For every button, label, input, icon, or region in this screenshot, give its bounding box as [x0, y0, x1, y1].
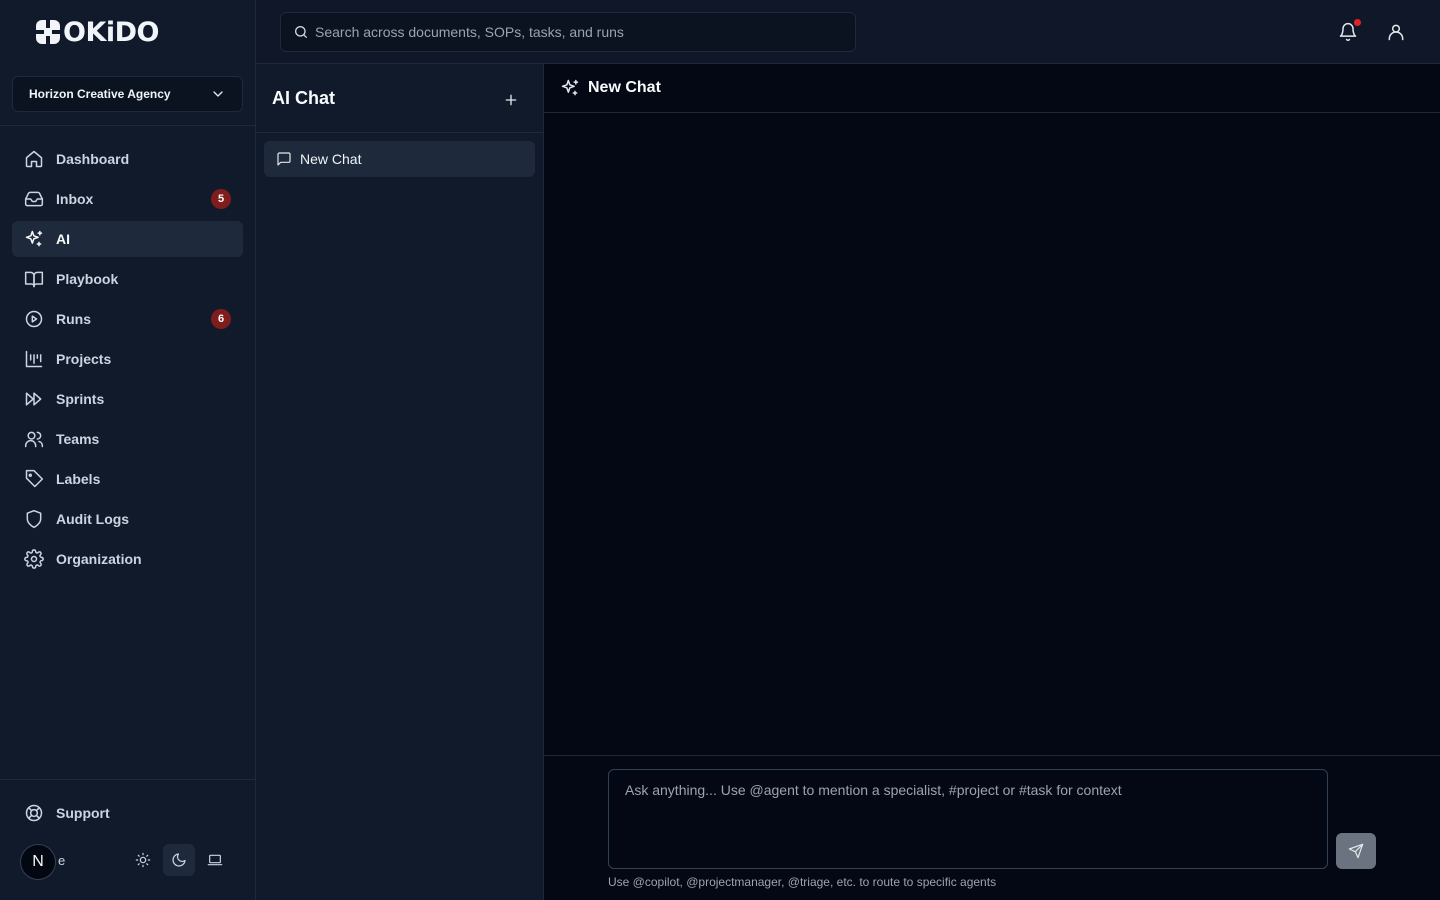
shield-icon: [26, 509, 42, 529]
sidebar-item-runs[interactable]: Runs 6: [12, 301, 243, 337]
send-icon: [1348, 843, 1364, 859]
sidebar-item-ai[interactable]: AI: [12, 221, 243, 257]
kanban-icon: [25, 350, 43, 368]
avatar[interactable]: N: [20, 844, 56, 880]
sidebar-item-labels[interactable]: Labels: [12, 461, 243, 497]
search-input[interactable]: [315, 24, 843, 40]
chat-list-title: AI Chat: [272, 88, 335, 108]
chat-title: New Chat: [588, 79, 661, 96]
message-input[interactable]: [608, 769, 1328, 869]
chat-list-header: AI Chat: [256, 64, 543, 133]
support-label: Support: [56, 805, 110, 821]
org-selector[interactable]: Horizon Creative Agency: [12, 76, 243, 112]
notification-dot: [1354, 19, 1361, 26]
support-link[interactable]: Support: [24, 803, 110, 823]
plus-icon: [505, 94, 517, 106]
new-chat-button[interactable]: [495, 84, 527, 116]
sidebar-item-label: Audit Logs: [56, 511, 130, 527]
sidebar-item-label: Labels: [56, 471, 101, 487]
notifications-button[interactable]: [1332, 16, 1364, 48]
composer-hint: Use @copilot, @projectmanager, @triage, …: [608, 875, 997, 889]
sidebar-item-label: Sprints: [56, 391, 105, 407]
sidebar-item-label: AI: [56, 231, 70, 247]
sidebar-item-label: Organization: [56, 551, 142, 567]
runs-count-badge: 6: [211, 309, 231, 329]
send-button[interactable]: [1336, 833, 1376, 869]
tag-icon: [25, 469, 44, 488]
user-icon: [1388, 24, 1404, 41]
moon-icon: [172, 853, 186, 867]
light-theme-button[interactable]: [127, 844, 159, 876]
sparkles-icon: [561, 79, 579, 96]
users-icon: [24, 431, 44, 448]
composer-area: Use @copilot, @projectmanager, @triage, …: [544, 755, 1440, 900]
chat-header: New Chat: [544, 64, 1440, 113]
laptop-icon: [207, 854, 223, 866]
chat-list-panel: AI Chat New Chat: [256, 64, 544, 900]
sidebar-divider: [0, 125, 255, 126]
sidebar-item-label: Runs: [56, 311, 91, 327]
sidebar-item-sprints[interactable]: Sprints: [12, 381, 243, 417]
sidebar-item-label: Inbox: [56, 191, 94, 207]
chat-list-item-label: New Chat: [300, 151, 362, 167]
search-icon: [295, 26, 307, 38]
sidebar-item-inbox[interactable]: Inbox 5: [12, 181, 243, 217]
sidebar: OKiDO Horizon Creative Agency Dashboard …: [0, 0, 256, 900]
sidebar-nav: Dashboard Inbox 5 AI Playbook Runs 6 Pro…: [12, 141, 243, 581]
user-menu-button[interactable]: [1380, 16, 1412, 48]
chat-list-item[interactable]: New Chat: [264, 141, 535, 177]
sun-icon: [135, 852, 151, 868]
inbox-count-badge: 5: [211, 189, 231, 209]
top-bar: [256, 0, 1440, 64]
sidebar-item-label: Projects: [56, 351, 112, 367]
brand-name: OKiDO: [63, 16, 160, 48]
sidebar-item-playbook[interactable]: Playbook: [12, 261, 243, 297]
user-name: e: [58, 853, 66, 868]
play-circle-icon: [25, 310, 43, 328]
gear-icon: [24, 549, 44, 569]
chevron-down-icon: [213, 91, 223, 97]
chat-main: New Chat Use @copilot, @projectmanager, …: [544, 64, 1440, 900]
sidebar-item-organization[interactable]: Organization: [12, 541, 243, 577]
sparkles-icon: [25, 230, 43, 247]
org-selector-label: Horizon Creative Agency: [29, 87, 171, 101]
sidebar-item-teams[interactable]: Teams: [12, 421, 243, 457]
sidebar-item-projects[interactable]: Projects: [12, 341, 243, 377]
book-open-icon: [24, 271, 44, 288]
sidebar-item-dashboard[interactable]: Dashboard: [12, 141, 243, 177]
logo-mark-icon: [36, 20, 60, 44]
dark-theme-button[interactable]: [163, 844, 195, 876]
sidebar-item-audit-logs[interactable]: Audit Logs: [12, 501, 243, 537]
brand-logo[interactable]: OKiDO: [35, 16, 160, 48]
message-square-icon: [277, 152, 291, 166]
fast-forward-icon: [25, 392, 42, 406]
sidebar-item-label: Dashboard: [56, 151, 130, 167]
sidebar-divider: [0, 779, 255, 780]
system-theme-button[interactable]: [199, 844, 231, 876]
sidebar-item-label: Teams: [56, 431, 100, 447]
inbox-icon: [24, 191, 44, 207]
home-icon: [25, 150, 43, 168]
global-search[interactable]: [280, 12, 856, 52]
life-buoy-icon: [25, 804, 43, 822]
sidebar-item-label: Playbook: [56, 271, 119, 287]
